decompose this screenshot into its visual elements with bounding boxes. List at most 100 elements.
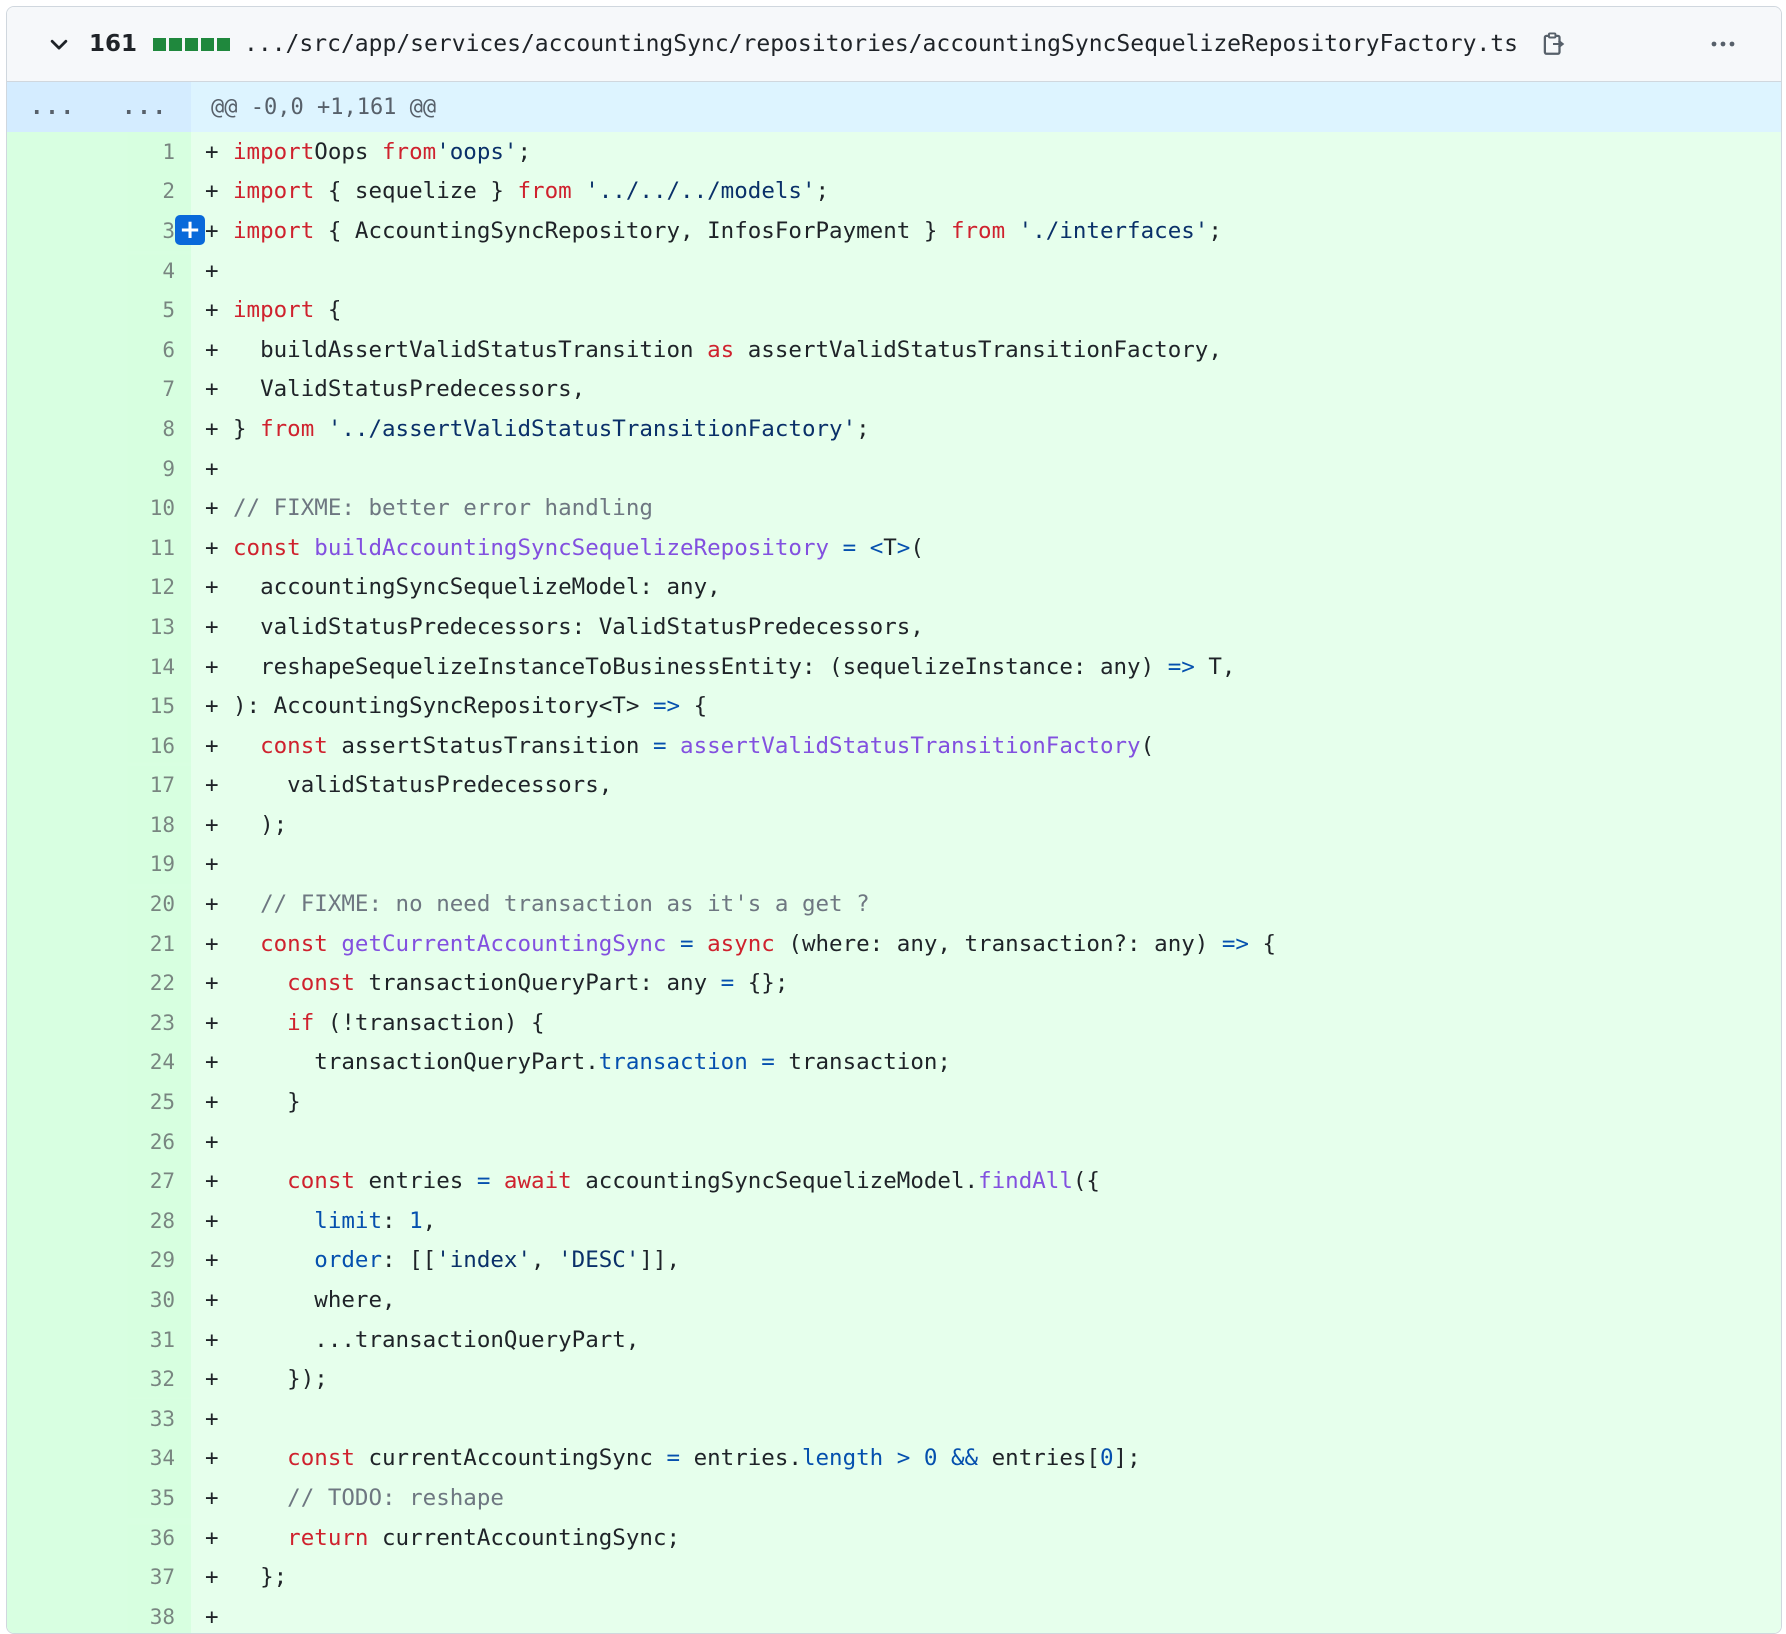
code-text: const currentAccountingSync = entries.le… (233, 1445, 1140, 1472)
line-number[interactable]: 1 (7, 132, 191, 172)
diff-line: 14 + reshapeSequelizeInstanceToBusinessEn… (7, 646, 1781, 687)
line-number[interactable]: 4 (7, 250, 191, 291)
line-number[interactable]: 8 (7, 409, 191, 449)
line-number[interactable]: 30 (7, 1280, 191, 1320)
line-number[interactable]: 29 (7, 1240, 191, 1281)
code-text: accountingSyncSequelizeModel: any, (233, 574, 721, 600)
line-number[interactable]: 20 (7, 884, 191, 924)
line-number[interactable]: 2 (7, 171, 191, 212)
code-token: const (233, 970, 355, 997)
line-number[interactable]: 3 (7, 211, 191, 251)
code-token: accountingSyncSequelizeModel. (571, 1168, 979, 1195)
code-token: const (233, 930, 328, 957)
code-token: '../assertValidStatusTransitionFactory' (314, 415, 857, 442)
line-number[interactable]: 11 (7, 527, 191, 568)
code-token: => (1221, 930, 1249, 957)
line-number[interactable]: 34 (7, 1438, 191, 1479)
diff-line: 4 + (7, 250, 1781, 291)
diff-line: 23 + if (!transaction) { (7, 1003, 1781, 1043)
code-text: // TODO: reshape (233, 1485, 504, 1511)
line-number[interactable]: 33 (7, 1399, 191, 1439)
code-text: } (233, 1089, 301, 1115)
file-path-link[interactable]: .../src/app/services/accountingSync/repo… (244, 31, 1518, 57)
addition-marker: + (205, 138, 219, 165)
changes-count: 161 (89, 31, 138, 57)
line-number[interactable]: 5 (7, 290, 191, 330)
line-number[interactable]: 9 (7, 448, 191, 489)
code-text: import { sequelize } from '../../../mode… (233, 178, 829, 204)
kebab-menu-icon (1711, 41, 1735, 47)
code-token: from (260, 415, 315, 442)
diff-line: 5 + import { (7, 290, 1781, 330)
code-text: import { (233, 297, 341, 323)
addition-marker: + (205, 1564, 219, 1591)
diff-line: 33 + (7, 1399, 1781, 1439)
addition-marker: + (205, 1484, 219, 1511)
expand-left-button[interactable]: ... (7, 95, 99, 120)
line-number[interactable]: 14 (7, 646, 191, 687)
code-token: import (233, 297, 315, 324)
code-text: const getCurrentAccountingSync = async (… (233, 931, 1276, 957)
addition-marker: + (205, 495, 219, 522)
addition-marker: + (205, 1287, 219, 1314)
code-token: entries[ (978, 1445, 1100, 1472)
line-number[interactable]: 36 (7, 1517, 191, 1558)
line-number[interactable]: 32 (7, 1359, 191, 1399)
diff-line: 10 + // FIXME: better error handling (7, 488, 1781, 528)
code-text: ): AccountingSyncRepository<T> => { (233, 693, 707, 719)
code-text: reshapeSequelizeInstanceToBusinessEntity… (233, 654, 1235, 680)
line-number[interactable]: 17 (7, 765, 191, 806)
code-token: transactionQueryPart: any (354, 970, 721, 997)
line-number[interactable]: 22 (7, 963, 191, 1004)
addition-marker: + (205, 1247, 219, 1274)
add-comment-button[interactable]: + (175, 215, 205, 246)
code-token: limit (233, 1207, 383, 1234)
line-number[interactable]: 7 (7, 369, 191, 410)
addition-marker: + (205, 1445, 219, 1472)
line-number[interactable]: 12 (7, 567, 191, 608)
addition-marker: + (205, 1326, 219, 1353)
line-number[interactable]: 38 (7, 1596, 191, 1633)
line-number[interactable]: 25 (7, 1082, 191, 1122)
line-number[interactable]: 21 (7, 923, 191, 964)
line-number[interactable]: 26 (7, 1121, 191, 1162)
line-number[interactable]: 16 (7, 725, 191, 766)
code-token: where, (233, 1287, 396, 1314)
line-number[interactable]: 10 (7, 488, 191, 528)
code-text: const assertStatusTransition = assertVal… (233, 733, 1154, 759)
code-token: import (233, 217, 315, 244)
diff-line: 12 + accountingSyncSequelizeModel: any, (7, 567, 1781, 608)
code-token: import (233, 138, 315, 165)
line-number[interactable]: 27 (7, 1161, 191, 1202)
line-number[interactable]: 15 (7, 686, 191, 726)
code-token: } (233, 1089, 301, 1116)
diff-line: 36 + return currentAccountingSync; (7, 1517, 1781, 1558)
file-options-button[interactable] (1703, 24, 1743, 64)
line-number[interactable]: 35 (7, 1478, 191, 1518)
line-number[interactable]: 24 (7, 1042, 191, 1083)
line-number[interactable]: 18 (7, 805, 191, 845)
code-text: validStatusPredecessors, (233, 772, 612, 798)
code-token: transaction (598, 1049, 748, 1076)
collapse-toggle[interactable] (39, 24, 79, 64)
diff-line: 1 + importOops from'oops'; (7, 132, 1781, 172)
diff-line: 24 + transactionQueryPart.transaction = t… (7, 1042, 1781, 1083)
code-text: ); (233, 812, 287, 838)
line-number[interactable]: 19 (7, 844, 191, 885)
copy-path-button[interactable] (1538, 29, 1568, 59)
code-text: buildAssertValidStatusTransition as asse… (233, 337, 1222, 363)
addition-marker: + (205, 1366, 219, 1393)
line-number[interactable]: 6 (7, 329, 191, 370)
expand-right-button[interactable]: ... (99, 95, 191, 120)
code-token: }; (233, 1564, 288, 1591)
code-token: 'index' (436, 1247, 532, 1274)
line-number[interactable]: 28 (7, 1201, 191, 1241)
code-text: } from '../assertValidStatusTransitionFa… (233, 416, 870, 442)
line-number[interactable]: 31 (7, 1319, 191, 1360)
code-token: && (937, 1445, 979, 1472)
line-number[interactable]: 23 (7, 1003, 191, 1043)
addition-marker: + (205, 297, 219, 324)
code-text: const transactionQueryPart: any = {}; (233, 970, 788, 996)
line-number[interactable]: 13 (7, 607, 191, 647)
line-number[interactable]: 37 (7, 1557, 191, 1597)
